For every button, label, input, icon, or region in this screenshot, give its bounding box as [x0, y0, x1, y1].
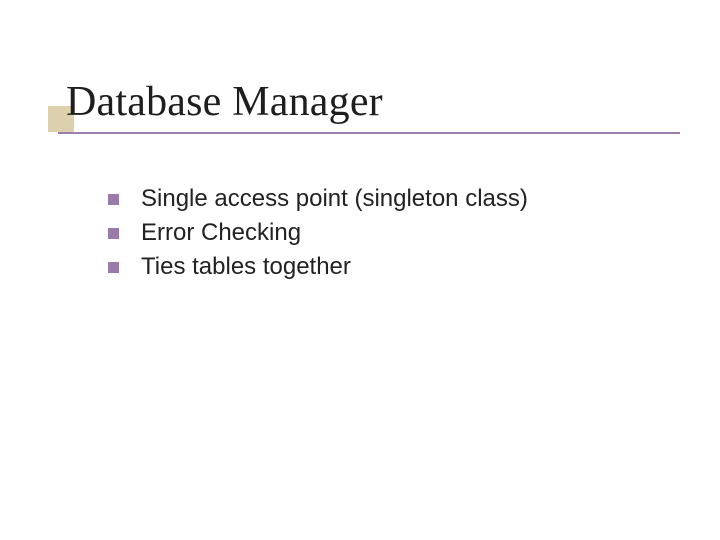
- bullet-text: Single access point (singleton class): [141, 185, 528, 213]
- title-underline: [58, 132, 680, 134]
- bullet-text: Ties tables together: [141, 253, 351, 281]
- square-bullet-icon: [108, 228, 119, 239]
- title-block: Database Manager: [48, 78, 383, 126]
- square-bullet-icon: [108, 194, 119, 205]
- square-bullet-icon: [108, 262, 119, 273]
- bullet-text: Error Checking: [141, 219, 301, 247]
- list-item: Error Checking: [108, 219, 528, 247]
- slide-title: Database Manager: [66, 78, 383, 126]
- list-item: Single access point (singleton class): [108, 185, 528, 213]
- bullet-list: Single access point (singleton class) Er…: [108, 185, 528, 287]
- list-item: Ties tables together: [108, 253, 528, 281]
